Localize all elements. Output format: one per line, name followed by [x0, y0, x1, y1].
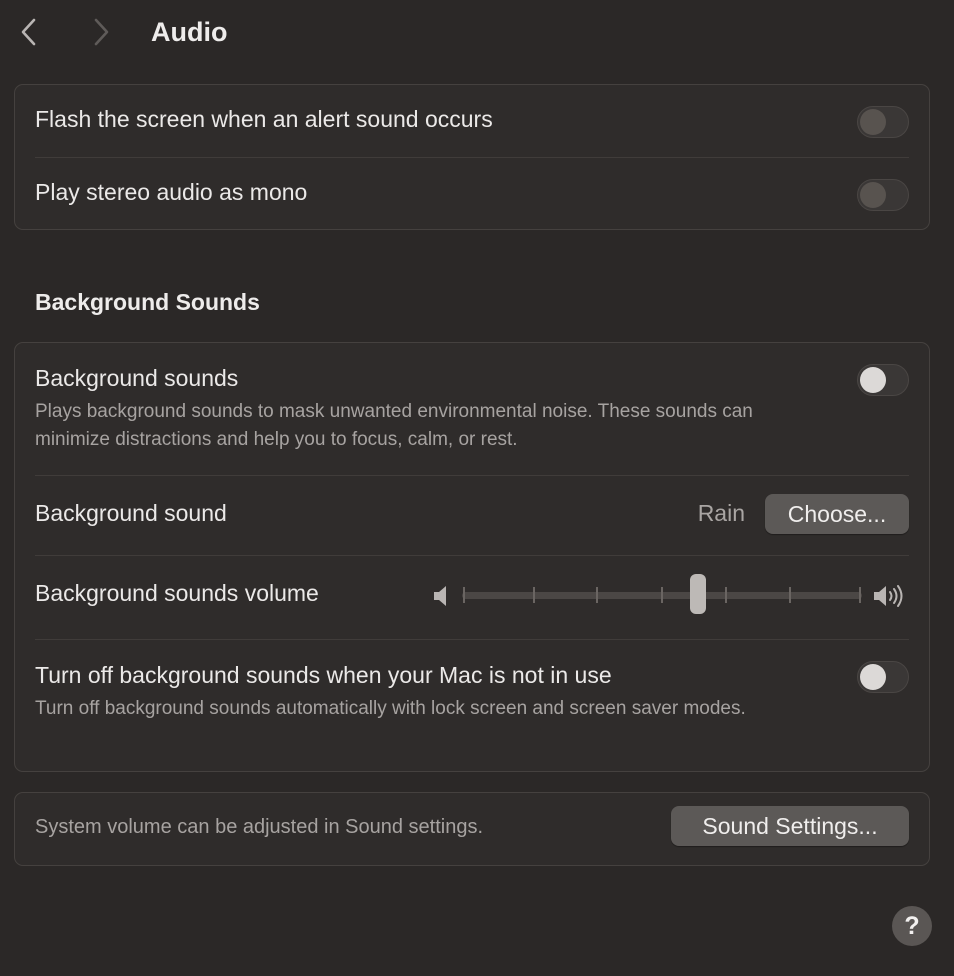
slider-thumb[interactable]	[690, 574, 706, 614]
slider-tick	[596, 587, 598, 603]
slider-tick	[725, 587, 727, 603]
page-title: Audio	[151, 17, 228, 47]
background-sounds-toggle[interactable]	[857, 364, 909, 396]
sound-settings-button[interactable]: Sound Settings...	[671, 806, 909, 846]
flash-screen-row: Flash the screen when an alert sound occ…	[35, 85, 909, 157]
section-heading: Background Sounds	[35, 289, 260, 315]
chevron-left-icon	[21, 18, 36, 46]
slider-tick	[463, 587, 465, 603]
background-sound-label: Background sound	[35, 500, 227, 526]
slider-tick	[859, 587, 861, 603]
volume-slider[interactable]	[432, 574, 912, 618]
background-sound-value: Rain	[697, 500, 745, 526]
mono-audio-toggle[interactable]	[857, 179, 909, 211]
slider-tick	[661, 587, 663, 603]
choose-button[interactable]: Choose...	[765, 494, 909, 534]
mono-audio-row: Play stereo audio as mono	[35, 158, 909, 230]
speaker-low-icon	[434, 586, 446, 606]
turn-off-label: Turn off background sounds when your Mac…	[35, 662, 612, 688]
background-sounds-row: Background sounds Plays background sound…	[35, 343, 909, 475]
background-sound-row: Background sound Rain Choose...	[35, 476, 909, 556]
forward-button[interactable]	[86, 14, 116, 50]
toolbar: Audio	[0, 0, 954, 64]
flash-screen-label: Flash the screen when an alert sound occ…	[35, 106, 493, 132]
slider-tick	[533, 587, 535, 603]
chevron-right-icon	[94, 18, 109, 46]
help-button[interactable]: ?	[892, 906, 932, 946]
flash-screen-toggle[interactable]	[857, 106, 909, 138]
background-sounds-description: Plays background sounds to mask unwanted…	[35, 401, 753, 450]
back-button[interactable]	[14, 14, 44, 50]
speaker-high-icon	[874, 585, 903, 607]
mono-audio-label: Play stereo audio as mono	[35, 179, 308, 205]
turn-off-toggle[interactable]	[857, 661, 909, 693]
alerts-group: Flash the screen when an alert sound occ…	[14, 84, 930, 230]
audio-settings-page: Audio Flash the screen when an alert sou…	[0, 0, 954, 976]
sound-settings-group: System volume can be adjusted in Sound s…	[14, 792, 930, 866]
background-sounds-label: Background sounds	[35, 365, 239, 391]
slider-tick	[789, 587, 791, 603]
volume-label: Background sounds volume	[35, 580, 319, 606]
turn-off-row: Turn off background sounds when your Mac…	[35, 640, 909, 772]
turn-off-description: Turn off background sounds automatically…	[35, 698, 746, 719]
sound-settings-row: System volume can be adjusted in Sound s…	[35, 793, 909, 865]
background-sounds-group: Background sounds Plays background sound…	[14, 342, 930, 772]
